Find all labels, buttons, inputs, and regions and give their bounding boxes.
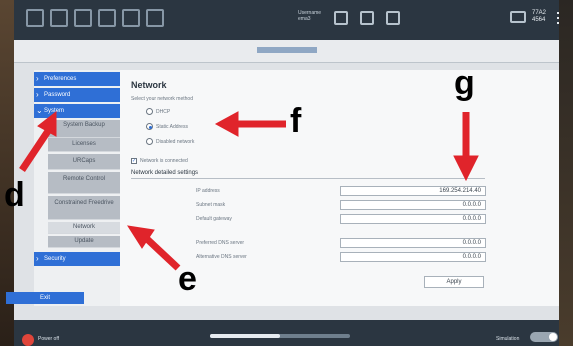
sidebar-item-label: Security: [44, 256, 66, 262]
sidebar-subitem-constrained-freedrive[interactable]: Constrained Freedrive: [48, 196, 120, 220]
preferred-dns-label: Preferred DNS server: [196, 240, 245, 246]
default-gateway-field[interactable]: 0.0.0.0: [340, 214, 486, 224]
annotation-e: e: [178, 260, 197, 298]
program-icon[interactable]: [50, 9, 68, 27]
network-connected-label: Network is connected: [140, 158, 188, 164]
open-folder-icon[interactable]: [360, 11, 374, 25]
radio-dhcp[interactable]: [146, 108, 153, 115]
power-label: Power off: [38, 336, 60, 342]
simulation-toggle[interactable]: [530, 332, 558, 342]
save-icon[interactable]: [386, 11, 400, 25]
sidebar-item-password[interactable]: › Password: [34, 88, 120, 102]
toolbar-right-line2: 4564: [532, 17, 546, 23]
radio-static-address-label: Static Address: [156, 124, 188, 130]
annotation-d: d: [4, 176, 25, 214]
sidebar-subitem-licenses[interactable]: Licenses: [48, 138, 120, 152]
radio-dhcp-label: DHCP: [156, 109, 171, 115]
chevron-right-icon: ›: [36, 90, 39, 99]
radio-disabled-network-label: Disabled network: [156, 139, 195, 145]
sidebar-subitem-label: Remote Control: [62, 176, 106, 182]
chevron-right-icon: ›: [36, 74, 39, 83]
sidebar-subitem-label: Update: [74, 238, 94, 244]
bottom-status-bar: [14, 320, 559, 346]
sidebar-subitem-network[interactable]: Network: [48, 222, 120, 234]
sidebar-item-label: System: [44, 108, 65, 114]
sidebar-subitem-label: Constrained Freedrive: [54, 200, 114, 206]
sidebar-subitem-urcaps[interactable]: URCaps: [48, 154, 120, 170]
file-icon[interactable]: [26, 9, 44, 27]
alternative-dns-label: Alternative DNS server: [196, 254, 247, 260]
sidebar-item-label: Password: [44, 92, 71, 98]
preferred-dns-field[interactable]: 0.0.0.0: [340, 238, 486, 248]
sidebar-subitem-label: Licenses: [72, 141, 96, 147]
exit-button[interactable]: Exit: [6, 292, 84, 304]
detailed-settings-title: Network detailed settings: [131, 170, 199, 176]
network-connected-check-icon: ✓: [131, 158, 137, 164]
sidebar-subitem-label: URCaps: [72, 158, 96, 164]
default-gateway-label: Default gateway: [196, 216, 232, 222]
subnet-mask-field[interactable]: 0.0.0.0: [340, 200, 486, 210]
sidebar-subitem-label: System Backup: [63, 122, 105, 128]
photo-bezel-right: [559, 0, 573, 346]
chevron-right-icon: ›: [36, 254, 39, 263]
toolbar-user-line2: ema3: [298, 16, 311, 22]
annotation-g: g: [454, 64, 475, 102]
io-icon[interactable]: [122, 9, 140, 27]
header-title-bar: [256, 47, 317, 53]
sidebar-item-preferences[interactable]: › Preferences: [34, 72, 120, 86]
top-toolbar: Username ema3 77A2 4564: [14, 0, 559, 40]
move-icon[interactable]: [98, 9, 116, 27]
speed-slider-fill: [210, 334, 280, 338]
toolbar-right-line1: 77A2: [532, 10, 547, 16]
ip-address-label: IP address: [196, 188, 220, 194]
sidebar-subitem-update[interactable]: Update: [48, 236, 120, 248]
settings-sidebar: › Preferences › Password ⌄ System System…: [34, 70, 120, 306]
sidebar-subitem-system-backup[interactable]: System Backup: [48, 120, 120, 138]
settings-header: [14, 40, 559, 63]
sidebar-item-security[interactable]: › Security: [34, 252, 120, 266]
annotation-f: f: [290, 102, 302, 140]
sidebar-subitem-remote-control[interactable]: Remote Control: [48, 172, 120, 194]
power-icon[interactable]: [22, 334, 34, 346]
new-file-icon[interactable]: [334, 11, 348, 25]
radio-static-address[interactable]: [146, 123, 153, 130]
apply-button[interactable]: Apply: [424, 276, 484, 288]
toolbar-user-text: Username ema3: [298, 10, 321, 22]
chevron-down-icon: ⌄: [36, 106, 43, 115]
ip-address-field[interactable]: 169.254.214.40: [340, 186, 486, 196]
subnet-mask-label: Subnet mask: [196, 202, 226, 208]
simulation-label: Simulation: [496, 336, 520, 342]
alternative-dns-field[interactable]: 0.0.0.0: [340, 252, 486, 262]
section-divider: [131, 178, 485, 179]
toolbar-right-text: 77A2 4564: [532, 10, 546, 24]
sidebar-item-system[interactable]: ⌄ System: [34, 104, 120, 118]
tool-icon[interactable]: [74, 9, 92, 27]
hamburger-menu-icon[interactable]: [557, 12, 559, 24]
radio-disabled-network[interactable]: [146, 138, 153, 145]
page-title: Network: [131, 80, 167, 90]
sidebar-item-label: Preferences: [44, 76, 77, 82]
sidebar-subitem-label: Network: [72, 224, 95, 230]
network-method-help: Select your network method: [131, 96, 193, 102]
robot-icon: [510, 11, 526, 23]
log-icon[interactable]: [146, 9, 164, 27]
